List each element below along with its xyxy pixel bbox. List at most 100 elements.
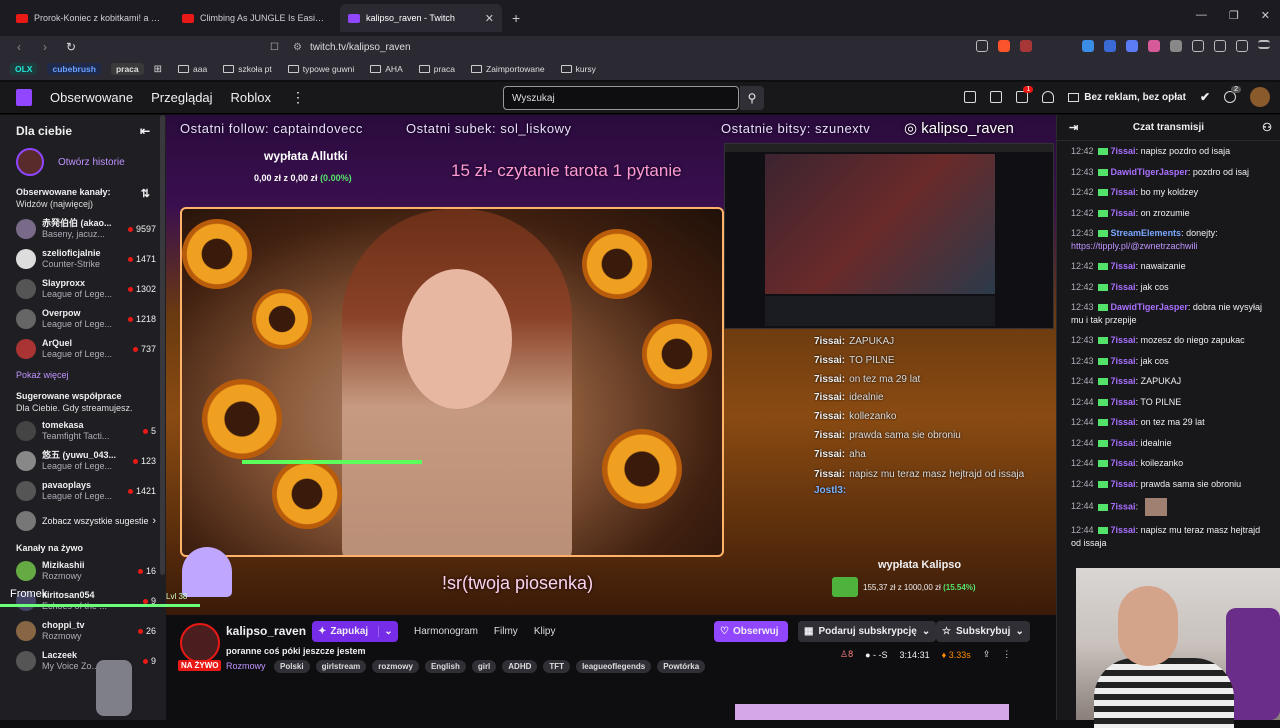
stories-row[interactable]: Otwórz historie [0, 138, 166, 176]
bookmark-icon[interactable]: ☐ [270, 42, 279, 53]
more-menu-icon[interactable]: ⋮ [291, 89, 305, 106]
nav-browse[interactable]: Przeglądaj [151, 90, 212, 105]
chat-username[interactable]: 7issai [1111, 282, 1136, 292]
prime-icon[interactable]: ✔ [1200, 90, 1210, 104]
sidebar-channel[interactable]: szelioficjalnie Counter-Strike 1471 [0, 244, 166, 274]
chat-message[interactable]: 12:42 7issai: bo my koldzey [1071, 182, 1272, 203]
chat-link[interactable]: https://tipply.pl/@zwnetrzachwili [1071, 241, 1198, 251]
bookmark-folder[interactable]: AHA [370, 64, 403, 74]
users-icon[interactable]: ⚇ [1262, 121, 1272, 134]
tag-pill[interactable]: girlstream [315, 660, 367, 673]
puzzle-icon[interactable] [1192, 40, 1204, 52]
chat-username[interactable]: 7issai [1111, 417, 1136, 427]
sidebar-channel[interactable]: ArQuel League of Lege... 737 [0, 334, 166, 364]
open-stories-link[interactable]: Otwórz historie [58, 157, 125, 168]
new-tab-button[interactable]: + [512, 10, 520, 26]
bookmark-folder[interactable]: aaa [178, 64, 207, 74]
turbo-button[interactable]: Bez reklam, bez opłat [1068, 92, 1186, 103]
brave-icon[interactable] [998, 40, 1010, 52]
bookmark-praca[interactable]: praca [110, 63, 144, 75]
sidebar-channel[interactable]: 悠五 (yuwu_043... League of Lege... 123 [0, 446, 166, 476]
chat-username[interactable]: DawidTigerJasper [1111, 302, 1188, 312]
chat-username[interactable]: DawidTigerJasper [1111, 167, 1188, 177]
collapse-chat-icon[interactable]: ⇥ [1069, 121, 1078, 134]
site-info-icon[interactable]: ⚙ [293, 42, 302, 53]
bookmark-folder[interactable]: typowe guwni [287, 64, 354, 74]
nav-following[interactable]: Obserwowane [50, 90, 133, 105]
chat-username[interactable]: 7issai [1111, 525, 1136, 535]
nav-roblox[interactable]: Roblox [231, 90, 271, 105]
chat-username[interactable]: 7issai [1111, 356, 1136, 366]
see-all-suggestions[interactable]: Zobacz wszystkie sugestie › [0, 506, 166, 536]
browser-tab-active[interactable]: kalipso_raven - Twitch ✕ [340, 4, 502, 32]
story-avatar[interactable] [16, 148, 44, 176]
notifications-icon[interactable]: 1 [1016, 86, 1034, 103]
tab-videos[interactable]: Filmy [494, 626, 518, 637]
whispers-icon[interactable] [990, 91, 1003, 103]
close-window-icon[interactable]: ✕ [1261, 9, 1270, 22]
share-icon[interactable] [976, 40, 988, 52]
channel-name[interactable]: kalipso_raven [226, 624, 306, 638]
chat-message[interactable]: 12:42 7issai: nawaizanie [1071, 256, 1272, 277]
maximize-icon[interactable]: ❐ [1229, 9, 1239, 22]
chat-message[interactable]: 12:43 DawidTigerJasper: pozdro od isaj [1071, 162, 1272, 183]
share-icon[interactable]: ⇪ [983, 649, 991, 660]
tab-schedule[interactable]: Harmonogram [414, 626, 478, 637]
show-more-link[interactable]: Pokaż więcej [0, 364, 166, 386]
rewards-icon[interactable] [1020, 40, 1032, 52]
chat-message[interactable]: 12:44 7issai: koilezanko [1071, 453, 1272, 474]
chat-message[interactable]: 12:44 7issai: on tez ma 29 lat [1071, 412, 1272, 433]
tag-pill[interactable]: ADHD [502, 660, 538, 673]
sidebar-channel[interactable]: Slayproxx League of Lege... 1302 [0, 274, 166, 304]
tag-pill[interactable]: Powtórka [657, 660, 706, 673]
minimize-icon[interactable]: — [1196, 9, 1207, 22]
chat-username[interactable]: 7issai [1111, 261, 1136, 271]
tab-clips[interactable]: Klipy [534, 626, 556, 637]
tag-pill[interactable]: leagueoflegends [576, 660, 652, 673]
extension-icon[interactable] [1126, 40, 1138, 52]
bookmark-folder[interactable]: praca [418, 64, 455, 74]
chat-username[interactable]: 7issai [1111, 501, 1136, 511]
chevron-down-icon[interactable]: ⌄ [378, 626, 398, 637]
more-options-icon[interactable]: ⋮ [1002, 649, 1011, 660]
chat-message[interactable]: 12:42 7issai: on zrozumie [1071, 203, 1272, 224]
collapse-sidebar-icon[interactable]: ⇤ [140, 124, 150, 138]
sidebar-icon[interactable] [1214, 40, 1226, 52]
chat-username[interactable]: 7issai [1111, 438, 1136, 448]
bookmark-olx[interactable]: OLX [10, 63, 38, 75]
bookmark-folder[interactable]: szkoła pt [223, 64, 272, 74]
chat-message[interactable]: 12:44 7issai: [1071, 494, 1272, 520]
chat-username[interactable]: 7issai [1111, 376, 1136, 386]
chat-message[interactable]: 12:43 DawidTigerJasper: dobra nie wysyłaj… [1071, 297, 1272, 330]
sidebar-channel[interactable]: Laczeek My Voice Zo... 9 [0, 646, 166, 676]
channel-avatar[interactable] [180, 623, 220, 663]
back-icon[interactable]: ‹ [12, 40, 26, 54]
chat-username[interactable]: 7issai [1111, 458, 1136, 468]
reload-icon[interactable]: ↻ [64, 40, 78, 54]
gift-sub-button[interactable]: ▦ Podaruj subskrypcję ⌄ [798, 621, 937, 642]
chat-message[interactable]: 12:44 7issai: ZAPUKAJ [1071, 371, 1272, 392]
sidebar-channel[interactable]: pavaoplays League of Lege... 1421 [0, 476, 166, 506]
sidebar-channel[interactable]: tomekasa Teamfight Tacti... 5 [0, 416, 166, 446]
browser-tab[interactable]: Climbing As JUNGLE Is Easier Than Y [174, 4, 336, 32]
sort-icon[interactable]: ⇅ [141, 188, 150, 200]
tag-pill[interactable]: TFT [543, 660, 571, 673]
inbox-icon[interactable] [964, 91, 977, 103]
chat-message[interactable]: 12:44 7issai: napisz mu teraz masz hejtra… [1071, 520, 1272, 553]
sidebar-channel[interactable]: 赤発伯伯 (akao... Baseny, jacuz... 9597 [0, 214, 166, 244]
twitch-logo-icon[interactable] [16, 89, 32, 106]
extension-icon[interactable] [1082, 40, 1094, 52]
extension-icon[interactable] [1104, 40, 1116, 52]
category-link[interactable]: Rozmowy [226, 661, 266, 671]
bookmark-folder[interactable]: kursy [560, 64, 596, 74]
chat-username[interactable]: StreamElements [1111, 228, 1182, 238]
chat-username[interactable]: 7issai [1111, 335, 1136, 345]
wallet-icon[interactable] [1236, 40, 1248, 52]
tag-pill[interactable]: English [424, 660, 466, 673]
sidebar-channel[interactable]: Overpow League of Lege... 1218 [0, 304, 166, 334]
browser-tab[interactable]: Prorok-Koniec z kobitkami! a może n [8, 4, 170, 32]
bookmark-cubebrush[interactable]: cubebrush [47, 63, 101, 75]
chat-message[interactable]: 12:43 7issai: mozesz do niego zapukac [1071, 330, 1272, 351]
subscribe-button[interactable]: ☆ Subskrybuj ⌄ [936, 621, 1030, 642]
bits-icon[interactable]: 2 [1224, 86, 1241, 103]
